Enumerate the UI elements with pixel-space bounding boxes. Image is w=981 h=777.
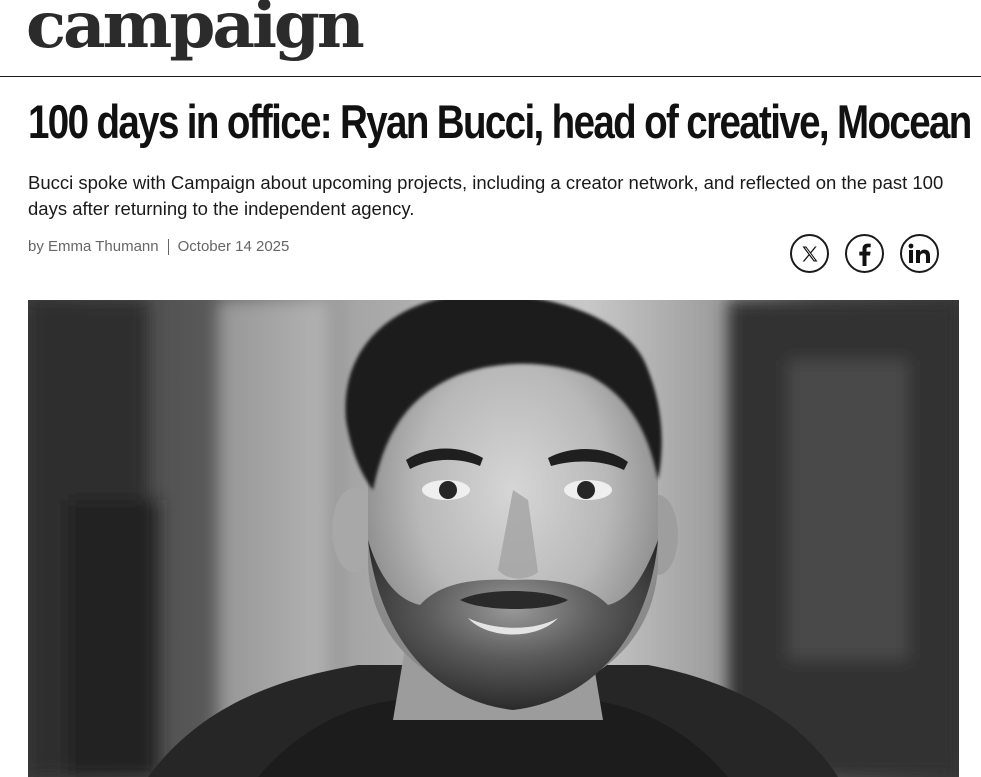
linkedin-icon [908, 243, 930, 263]
share-linkedin-button[interactable] [900, 234, 939, 273]
site-header: campaign [0, 0, 981, 77]
byline: by Emma Thumann October 14 2025 [28, 238, 289, 255]
byline-prefix: by [28, 238, 44, 255]
portrait-photo [28, 300, 959, 777]
facebook-icon [858, 243, 871, 266]
byline-divider [167, 238, 169, 255]
hero-image[interactable] [28, 300, 959, 777]
campaign-logo[interactable]: campaign [26, 0, 365, 58]
share-bar [790, 234, 939, 273]
author-link[interactable]: Emma Thumann [48, 238, 159, 255]
x-icon [802, 246, 817, 261]
share-facebook-button[interactable] [845, 234, 884, 273]
article-headline: 100 days in office: Ryan Bucci, head of … [28, 95, 972, 148]
publish-date: October 14 2025 [177, 238, 290, 255]
share-x-button[interactable] [790, 234, 829, 273]
article-standfirst: Bucci spoke with Campaign about upcoming… [28, 172, 944, 219]
